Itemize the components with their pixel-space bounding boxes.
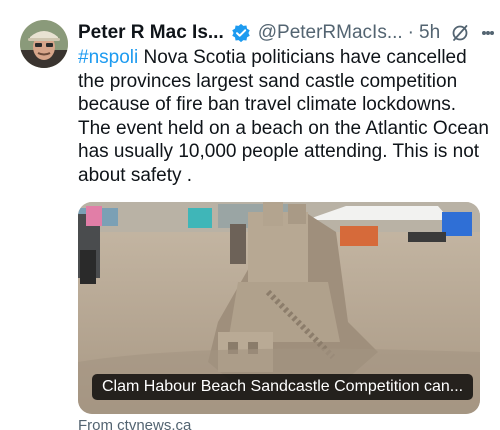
tweet-body: Nova Scotia politicians have cancelled t… [78, 47, 489, 186]
hashtag-link[interactable]: #nspoli [78, 47, 138, 68]
separator-dot: · [407, 22, 414, 43]
link-card-source[interactable]: From ctvnews.ca [78, 417, 191, 430]
more-icon[interactable] [482, 23, 495, 43]
more-dot [490, 31, 495, 35]
timestamp[interactable]: 5h [419, 22, 440, 44]
tweet[interactable]: Peter R Mac Is... @PeterRMacIs... · 5h #… [0, 0, 500, 430]
tweet-text: #nspoli Nova Scotia politicians have can… [78, 46, 493, 187]
tweet-header: Peter R Mac Is... @PeterRMacIs... · 5h [78, 20, 495, 46]
link-card-title: Clam Habour Beach Sandcastle Competition… [92, 374, 474, 400]
link-card[interactable]: Clam Habour Beach Sandcastle Competition… [78, 202, 480, 414]
author-handle[interactable]: @PeterRMacIs... [258, 22, 403, 44]
grok-icon[interactable] [450, 23, 470, 43]
display-name[interactable]: Peter R Mac Is... [78, 22, 224, 44]
verified-badge-icon [231, 23, 251, 43]
avatar[interactable] [20, 20, 68, 68]
